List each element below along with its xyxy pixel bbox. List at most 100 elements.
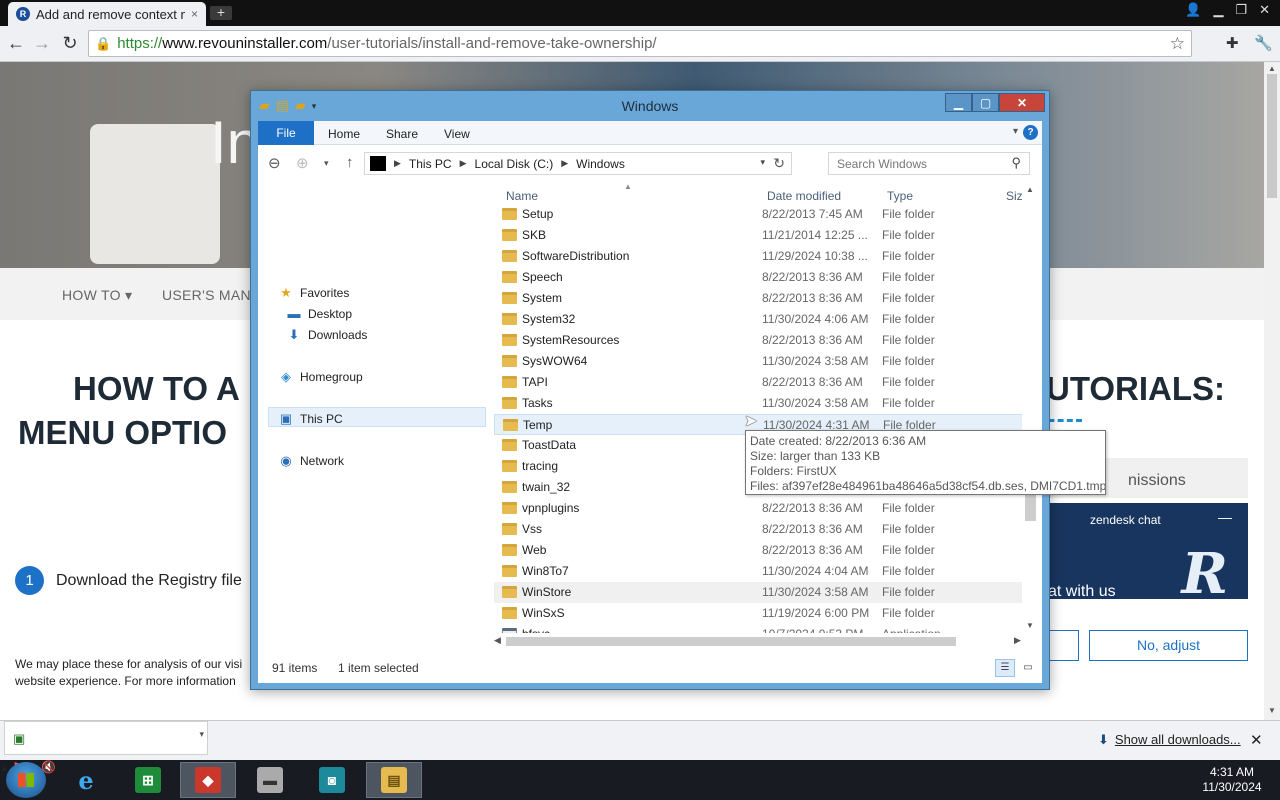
breadcrumb-sep-icon[interactable]: ▶ bbox=[460, 158, 467, 169]
nav-how-to[interactable]: HOW TO ▾ bbox=[62, 287, 132, 304]
tab-view[interactable]: View bbox=[444, 127, 470, 141]
explorer-close-button[interactable]: ✕ bbox=[999, 93, 1045, 112]
vscroll-down-icon[interactable]: ▼ bbox=[1026, 621, 1034, 630]
col-date-modified[interactable]: Date modified bbox=[767, 189, 841, 203]
file-row[interactable]: WinSxS 11/19/2024 6:00 PM File folder bbox=[494, 603, 1024, 624]
no-adjust-button[interactable]: No, adjust bbox=[1089, 630, 1248, 661]
explorer-search-input[interactable]: Search Windows ⚲ bbox=[828, 152, 1030, 175]
tab-file[interactable]: File bbox=[258, 121, 314, 145]
file-row[interactable]: System 8/22/2013 8:36 AM File folder bbox=[494, 288, 1024, 309]
file-row[interactable]: Vss 8/22/2013 8:36 AM File folder bbox=[494, 519, 1024, 540]
file-row[interactable]: Win8To7 11/30/2024 4:04 AM File folder bbox=[494, 561, 1024, 582]
refresh-icon[interactable]: ↻ bbox=[773, 155, 785, 172]
file-row[interactable]: TAPI 8/22/2013 8:36 AM File folder bbox=[494, 372, 1024, 393]
taskbar-drive-tool[interactable]: ▬ bbox=[242, 762, 298, 798]
file-name: WinSxS bbox=[522, 606, 565, 620]
file-list-hscrollbar[interactable]: ◀ ▶ bbox=[494, 633, 1024, 650]
up-icon[interactable]: ↑ bbox=[346, 154, 354, 171]
minimize-icon[interactable]: ▁ bbox=[1213, 2, 1223, 18]
scroll-down-icon[interactable]: ▼ bbox=[1268, 706, 1276, 715]
system-clock[interactable]: 4:31 AM 11/30/2024 bbox=[1194, 765, 1270, 795]
tab-home[interactable]: Home bbox=[328, 127, 360, 141]
file-list-vscrollbar[interactable]: ▲ ▼ bbox=[1022, 181, 1039, 634]
file-row[interactable]: SKB 11/21/2014 12:25 ... File folder bbox=[494, 225, 1024, 246]
taskbar-revo[interactable]: ◆ bbox=[180, 762, 236, 798]
scroll-up-icon[interactable]: ▲ bbox=[1268, 64, 1276, 73]
wrench-menu-icon[interactable]: 🔧 bbox=[1254, 34, 1273, 52]
nav-homegroup-label: Homegroup bbox=[300, 370, 363, 384]
tooltip-date-created: Date created: 8/22/2013 6:36 AM bbox=[750, 434, 927, 448]
ribbon-expand-icon[interactable]: ▾ bbox=[1013, 126, 1018, 137]
downloads-close-icon[interactable]: ✕ bbox=[1250, 731, 1263, 749]
file-row[interactable]: SystemResources 8/22/2013 8:36 AM File fol… bbox=[494, 330, 1024, 351]
close-icon[interactable]: ✕ bbox=[1259, 2, 1270, 18]
file-row[interactable]: Tasks 11/30/2024 3:58 AM File folder bbox=[494, 393, 1024, 414]
new-tab-button[interactable]: + bbox=[210, 5, 232, 20]
taskbar-ie[interactable]: e bbox=[58, 762, 114, 798]
start-button[interactable] bbox=[6, 762, 46, 798]
address-dropdown-icon[interactable]: ▾ bbox=[760, 157, 765, 168]
nav-desktop[interactable]: ▬ Desktop bbox=[286, 306, 353, 321]
tab-close-icon[interactable]: × bbox=[191, 7, 198, 21]
breadcrumb-this-pc[interactable]: This PC bbox=[409, 157, 452, 171]
file-row[interactable]: WinStore 11/30/2024 3:58 AM File folder bbox=[494, 582, 1024, 603]
taskbar-store[interactable]: ⊞ bbox=[120, 762, 176, 798]
nav-network[interactable]: ◉ Network bbox=[278, 453, 344, 469]
taskbar-explorer[interactable]: ▤ bbox=[366, 762, 422, 798]
bookmark-star-icon[interactable]: ☆ bbox=[1170, 34, 1185, 54]
file-row[interactable]: System32 11/30/2024 4:06 AM File folder bbox=[494, 309, 1024, 330]
show-all-downloads-link[interactable]: ⬇ Show all downloads... bbox=[1098, 732, 1241, 748]
user-icon[interactable]: 👤 bbox=[1185, 2, 1201, 18]
breadcrumb-sep-icon[interactable]: ▶ bbox=[561, 158, 568, 169]
explorer-back-icon[interactable]: ⊖ bbox=[268, 154, 281, 172]
browser-tab[interactable]: R Add and remove context m × bbox=[8, 2, 206, 26]
nav-downloads[interactable]: ⬇ Downloads bbox=[286, 327, 368, 343]
search-icon[interactable]: ⚲ bbox=[1011, 155, 1021, 171]
breadcrumb-local-disk[interactable]: Local Disk (C:) bbox=[475, 157, 554, 171]
nav-this-pc[interactable]: ▣ This PC bbox=[278, 411, 343, 427]
download-item[interactable]: ▣ ▾ bbox=[4, 721, 208, 755]
recent-locations-icon[interactable]: ▾ bbox=[324, 158, 329, 169]
explorer-address-bar[interactable]: ▶ This PC ▶ Local Disk (C:) ▶ Windows ▾ … bbox=[364, 152, 792, 175]
forward-icon[interactable]: → bbox=[32, 33, 52, 53]
page-scrollbar[interactable]: ▲ ▼ bbox=[1264, 62, 1280, 720]
extension-puzzle-icon[interactable]: ✚ bbox=[1226, 34, 1239, 52]
breadcrumb-windows[interactable]: Windows bbox=[576, 157, 625, 171]
file-row[interactable]: Speech 8/22/2013 8:36 AM File folder bbox=[494, 267, 1024, 288]
file-row[interactable]: SoftwareDistribution 11/29/2024 10:38 ...… bbox=[494, 246, 1024, 267]
explorer-titlebar[interactable]: ▰ ▤ ▰ ▾ Windows ▁ ▢ ✕ bbox=[251, 91, 1049, 121]
file-date-modified: 11/21/2014 12:25 ... bbox=[762, 228, 868, 242]
vscroll-up-icon[interactable]: ▲ bbox=[1026, 185, 1034, 194]
hscroll-left-icon[interactable]: ◀ bbox=[494, 635, 501, 646]
address-bar[interactable]: 🔒 https://www.revouninstaller.com/user-t… bbox=[88, 30, 1192, 57]
reload-icon[interactable]: ↻ bbox=[60, 33, 80, 53]
large-icons-view-icon[interactable]: ▭ bbox=[1018, 659, 1038, 677]
zendesk-chat-widget[interactable]: zendesk chat — R at with us bbox=[1048, 503, 1248, 599]
download-menu-icon[interactable]: ▾ bbox=[199, 729, 204, 740]
col-type[interactable]: Type bbox=[887, 189, 913, 203]
details-view-icon[interactable]: ☰ bbox=[995, 659, 1015, 677]
page-scroll-thumb[interactable] bbox=[1267, 74, 1277, 198]
nav-users-manual[interactable]: USER'S MANU bbox=[162, 287, 261, 303]
zendesk-minimize-icon[interactable]: — bbox=[1218, 509, 1232, 525]
file-name: System32 bbox=[522, 312, 576, 326]
back-icon[interactable]: ← bbox=[6, 33, 26, 53]
nav-homegroup[interactable]: ◈ Homegroup bbox=[278, 369, 363, 385]
tab-share[interactable]: Share bbox=[386, 127, 418, 141]
nav-favorites[interactable]: ★ Favorites bbox=[278, 285, 349, 301]
breadcrumb-sep-icon[interactable]: ▶ bbox=[394, 158, 401, 169]
file-row[interactable]: vpnplugins 8/22/2013 8:36 AM File folder bbox=[494, 498, 1024, 519]
explorer-maximize-button[interactable]: ▢ bbox=[972, 93, 999, 112]
file-row[interactable]: Setup 8/22/2013 7:45 AM File folder bbox=[494, 204, 1024, 225]
hscroll-right-icon[interactable]: ▶ bbox=[1014, 635, 1021, 646]
taskbar-app[interactable]: ◙ bbox=[304, 762, 360, 798]
file-row[interactable]: Web 8/22/2013 8:36 AM File folder bbox=[494, 540, 1024, 561]
folder-icon bbox=[502, 502, 517, 514]
col-name[interactable]: Name bbox=[506, 189, 538, 203]
hscroll-thumb[interactable] bbox=[506, 637, 956, 646]
explorer-minimize-button[interactable]: ▁ bbox=[945, 93, 972, 112]
restore-icon[interactable]: ❐ bbox=[1235, 2, 1247, 18]
explorer-forward-icon[interactable]: ⊕ bbox=[296, 154, 309, 172]
help-icon[interactable]: ? bbox=[1023, 125, 1038, 140]
file-row[interactable]: SysWOW64 11/30/2024 3:58 AM File folder bbox=[494, 351, 1024, 372]
